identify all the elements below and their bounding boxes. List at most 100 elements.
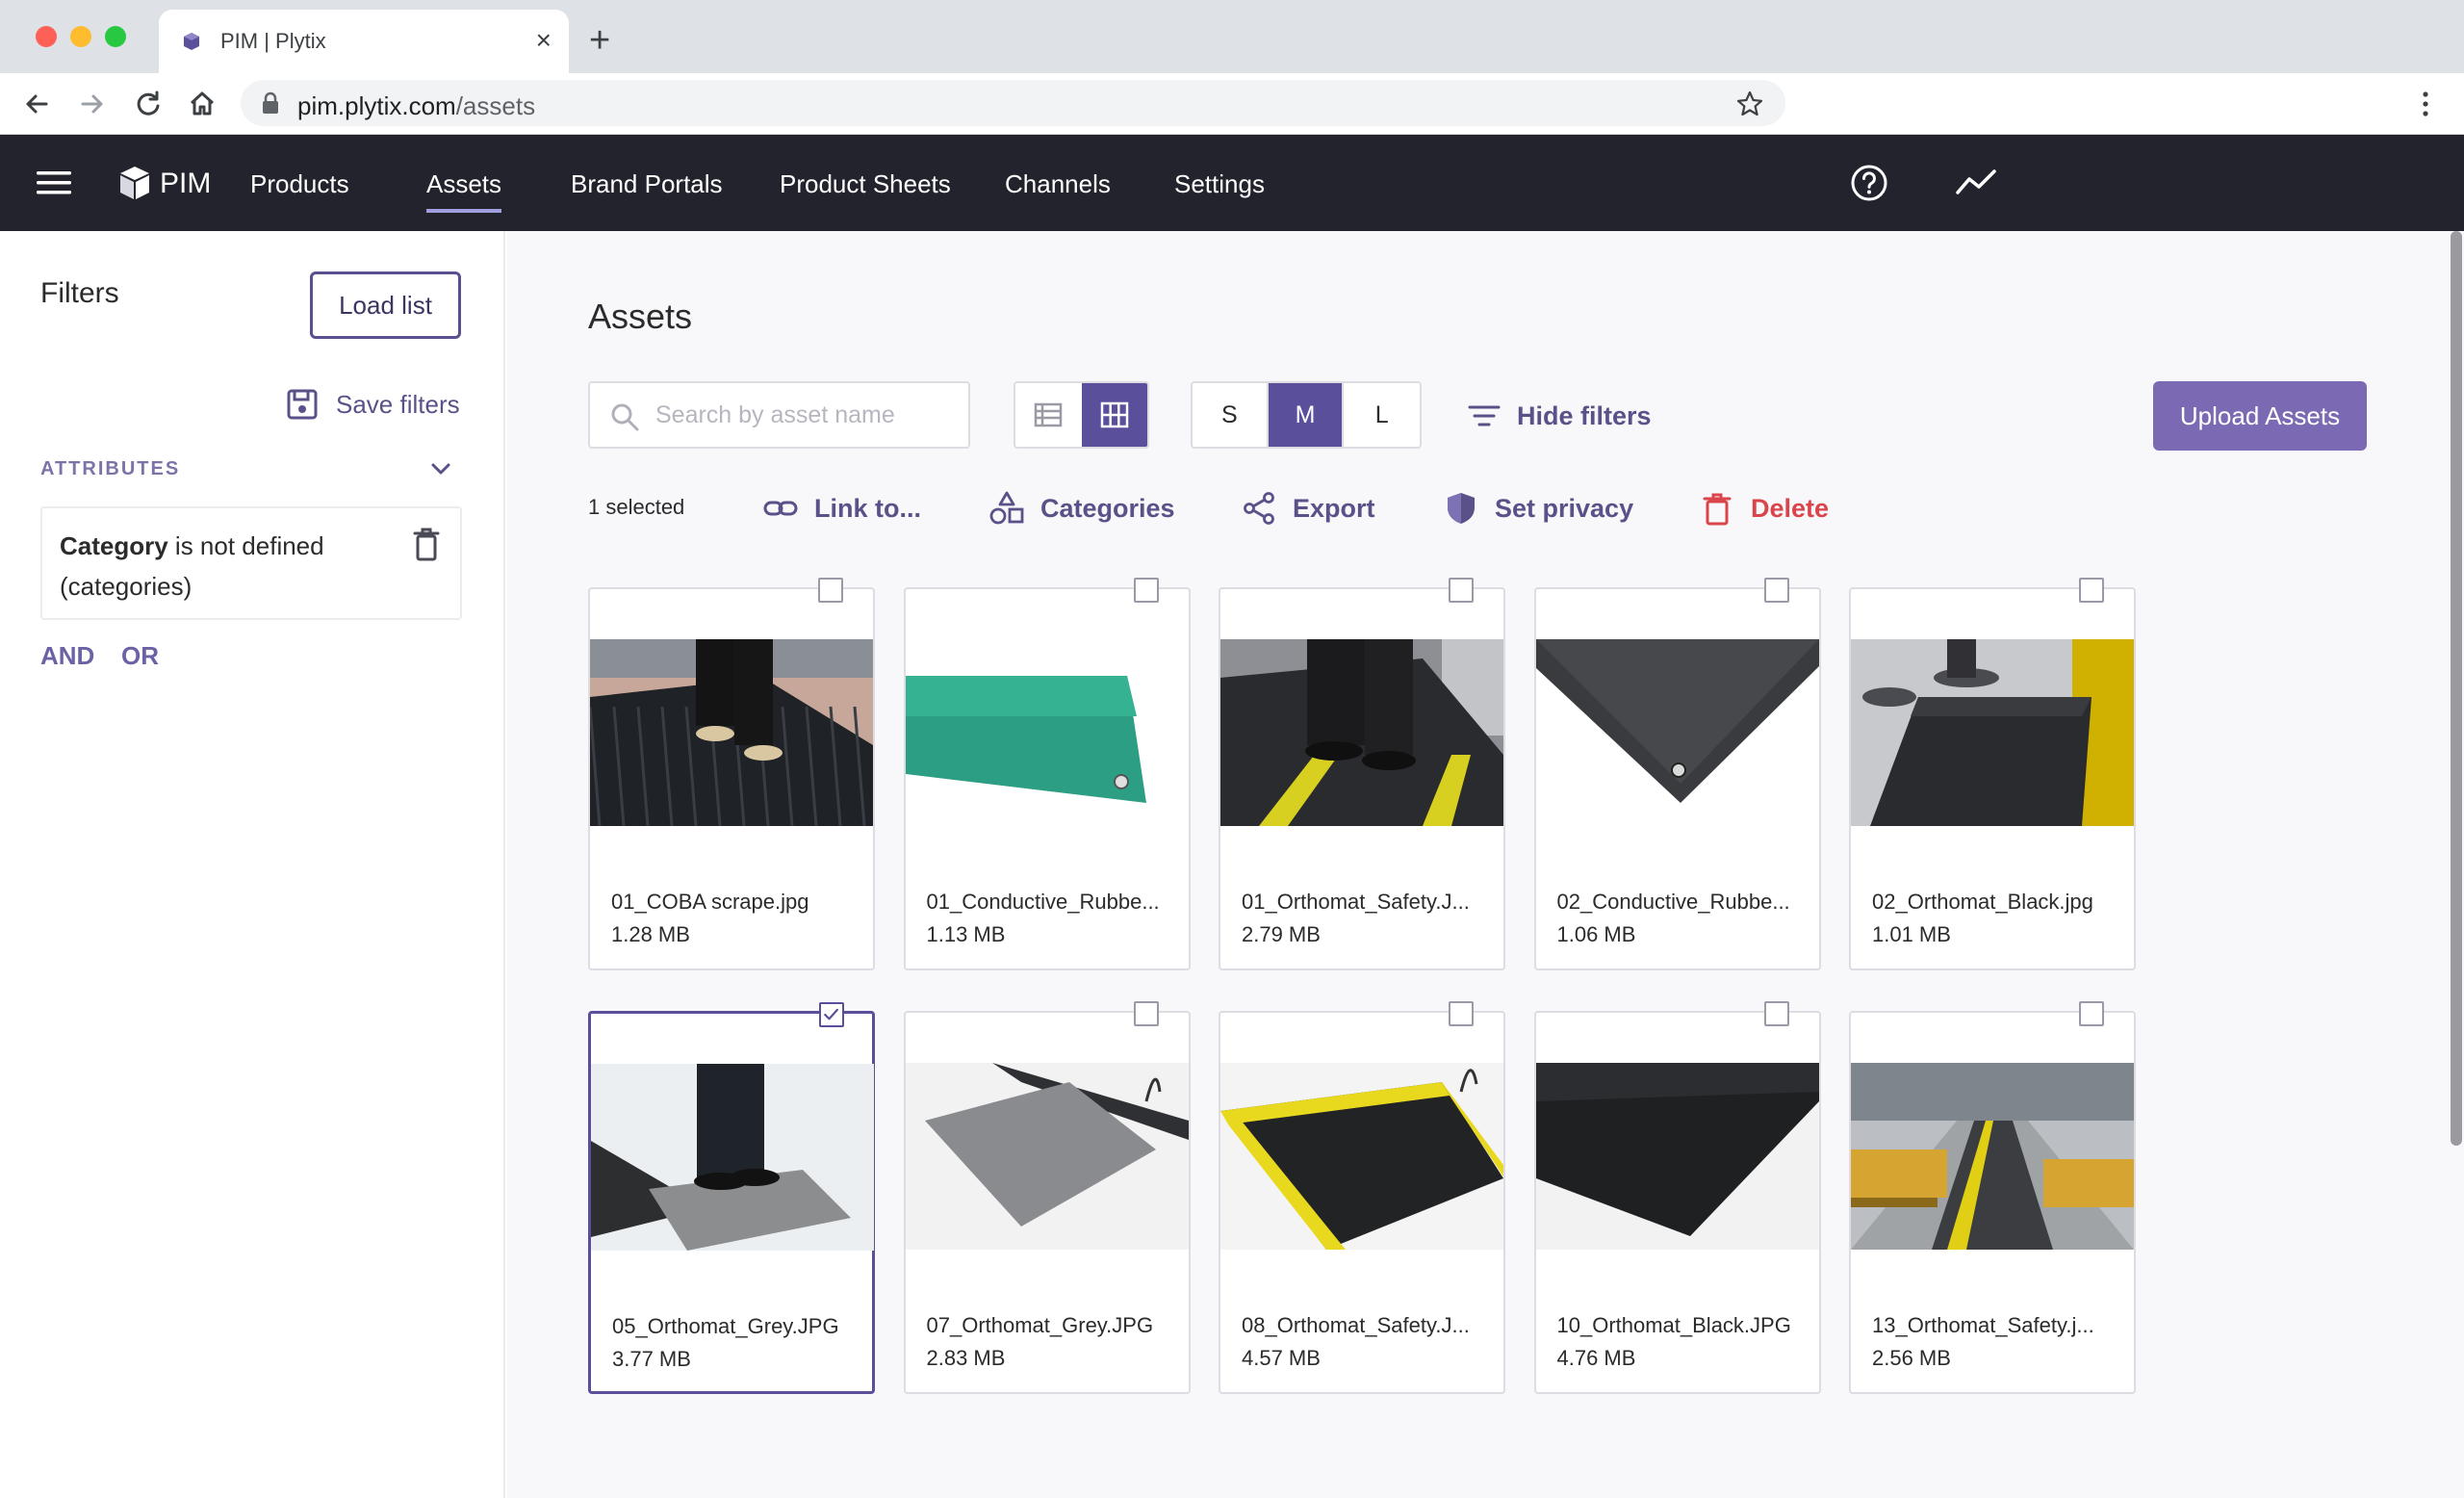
- scrollbar[interactable]: [2451, 231, 2462, 1146]
- asset-card[interactable]: 02_Conductive_Rubbe... 1.06 MB: [1533, 578, 1821, 970]
- asset-name: 10_Orthomat_Black.JPG: [1556, 1313, 1791, 1337]
- asset-name: 02_Orthomat_Black.jpg: [1872, 890, 2093, 914]
- asset-checkbox[interactable]: [1133, 578, 1159, 603]
- hamburger-menu-icon[interactable]: [37, 169, 71, 196]
- size-small-button[interactable]: S: [1193, 383, 1269, 447]
- size-large-button[interactable]: L: [1344, 383, 1420, 447]
- size-medium-button[interactable]: M: [1268, 383, 1345, 447]
- maximize-window-button[interactable]: [105, 26, 126, 47]
- set-privacy-button[interactable]: Set privacy: [1443, 489, 1633, 528]
- new-tab-icon[interactable]: +: [589, 21, 610, 60]
- save-icon: [287, 389, 318, 420]
- asset-card[interactable]: 02_Orthomat_Black.jpg 1.01 MB: [1849, 578, 2136, 970]
- asset-name: 01_Conductive_Rubbe...: [926, 890, 1160, 914]
- asset-card[interactable]: 13_Orthomat_Safety.j... 2.56 MB: [1849, 1001, 2136, 1394]
- asset-thumbnail[interactable]: [1535, 639, 1819, 826]
- asset-checkbox[interactable]: [819, 1002, 844, 1027]
- link-to-button[interactable]: Link to...: [762, 489, 921, 528]
- list-view-button[interactable]: [1015, 383, 1082, 447]
- nav-brand-portals[interactable]: Brand Portals: [571, 169, 723, 199]
- filters-sidebar: Filters Load list Save filters ATTRIBUTE…: [0, 231, 505, 1498]
- categories-button[interactable]: Categories: [988, 489, 1175, 528]
- asset-thumbnail[interactable]: [1220, 1063, 1503, 1250]
- asset-thumbnail[interactable]: [905, 639, 1189, 826]
- asset-card[interactable]: 01_COBA scrape.jpg 1.28 MB: [588, 578, 875, 970]
- asset-card[interactable]: 07_Orthomat_Grey.JPG 2.83 MB: [903, 1001, 1191, 1394]
- asset-thumbnail[interactable]: [1851, 639, 2134, 826]
- home-icon[interactable]: [183, 85, 221, 123]
- close-window-button[interactable]: [36, 26, 57, 47]
- nav-product-sheets[interactable]: Product Sheets: [780, 169, 951, 199]
- filter-condition-card[interactable]: Category is not defined (categories): [40, 506, 462, 620]
- nav-assets[interactable]: Assets: [426, 169, 502, 213]
- search-box[interactable]: [588, 381, 970, 449]
- asset-checkbox[interactable]: [1449, 1001, 1474, 1026]
- delete-label: Delete: [1751, 493, 1830, 523]
- plytix-logo-icon[interactable]: [118, 166, 151, 200]
- nav-products[interactable]: Products: [250, 169, 349, 199]
- asset-thumbnail[interactable]: [1535, 1063, 1819, 1250]
- app-navbar: PIM Products Assets Brand Portals Produc…: [0, 135, 2464, 231]
- grid-view-button[interactable]: [1081, 383, 1147, 447]
- plytix-favicon-icon: [184, 33, 199, 50]
- activity-chart-icon[interactable]: [1956, 168, 1998, 196]
- delete-button[interactable]: Delete: [1699, 489, 1829, 528]
- upload-assets-button[interactable]: Upload Assets: [2153, 381, 2367, 451]
- asset-size: 2.56 MB: [1872, 1346, 1951, 1370]
- forward-icon[interactable]: [73, 85, 112, 123]
- checkmark-icon: [824, 1008, 839, 1020]
- filter-icon: [1468, 405, 1501, 426]
- asset-card[interactable]: 01_Conductive_Rubbe... 1.13 MB: [903, 578, 1191, 970]
- asset-checkbox[interactable]: [818, 578, 843, 603]
- reload-icon[interactable]: [129, 85, 167, 123]
- asset-size: 2.79 MB: [1242, 922, 1321, 946]
- save-filters-button[interactable]: Save filters: [286, 385, 460, 424]
- export-button[interactable]: Export: [1241, 489, 1375, 528]
- shield-icon: [1448, 493, 1475, 524]
- asset-card[interactable]: 01_Orthomat_Safety.J... 2.79 MB: [1219, 578, 1505, 970]
- asset-name: 05_Orthomat_Grey.JPG: [612, 1314, 839, 1338]
- address-bar[interactable]: pim.plytix.com/assets: [241, 80, 1785, 126]
- tab-close-icon[interactable]: ×: [536, 25, 552, 56]
- url-text: pim.plytix.com/assets: [297, 91, 536, 120]
- help-icon[interactable]: [1850, 164, 1888, 202]
- asset-checkbox[interactable]: [1133, 1001, 1159, 1026]
- asset-card[interactable]: 08_Orthomat_Safety.J... 4.57 MB: [1219, 1001, 1505, 1394]
- categories-icon: [989, 491, 1024, 525]
- app-logo-text[interactable]: PIM: [160, 168, 211, 200]
- nav-channels[interactable]: Channels: [1005, 169, 1111, 199]
- search-icon: [611, 403, 639, 431]
- back-icon[interactable]: [17, 85, 56, 123]
- asset-thumbnail[interactable]: [591, 1064, 874, 1251]
- categories-label: Categories: [1040, 493, 1175, 523]
- asset-card[interactable]: 10_Orthomat_Black.JPG 4.76 MB: [1533, 1001, 1821, 1394]
- browser-tab[interactable]: PIM | Plytix ×: [159, 10, 569, 73]
- asset-size: 4.76 MB: [1556, 1346, 1636, 1370]
- browser-menu-icon[interactable]: [2414, 87, 2437, 121]
- asset-size: 4.57 MB: [1242, 1346, 1321, 1370]
- minimize-window-button[interactable]: [70, 26, 91, 47]
- asset-thumbnail[interactable]: [1220, 639, 1503, 826]
- and-operator-button[interactable]: AND: [40, 641, 94, 671]
- lock-icon: [263, 91, 278, 114]
- browser-chrome: PIM | Plytix × + pim.plytix.com/assets: [0, 0, 2464, 135]
- asset-checkbox[interactable]: [1763, 578, 1789, 603]
- trash-icon[interactable]: [411, 526, 442, 562]
- or-operator-button[interactable]: OR: [121, 641, 159, 671]
- load-list-button[interactable]: Load list: [310, 271, 461, 339]
- filter-condition-text: Category is not defined (categories): [60, 526, 387, 607]
- asset-card[interactable]: 05_Orthomat_Grey.JPG 3.77 MB: [588, 1002, 875, 1394]
- asset-checkbox[interactable]: [2079, 1001, 2104, 1026]
- asset-checkbox[interactable]: [2079, 578, 2104, 603]
- asset-checkbox[interactable]: [1763, 1001, 1789, 1026]
- asset-thumbnail[interactable]: [590, 639, 873, 826]
- chevron-down-icon[interactable]: [426, 454, 455, 483]
- asset-thumbnail[interactable]: [905, 1063, 1189, 1250]
- hide-filters-button[interactable]: Hide filters: [1467, 397, 1652, 435]
- asset-checkbox[interactable]: [1449, 578, 1474, 603]
- nav-settings[interactable]: Settings: [1174, 169, 1265, 199]
- search-input[interactable]: [655, 391, 954, 439]
- filter-operator: is not defined: [167, 531, 324, 560]
- asset-thumbnail[interactable]: [1851, 1063, 2134, 1250]
- bookmark-star-icon[interactable]: [1735, 90, 1764, 118]
